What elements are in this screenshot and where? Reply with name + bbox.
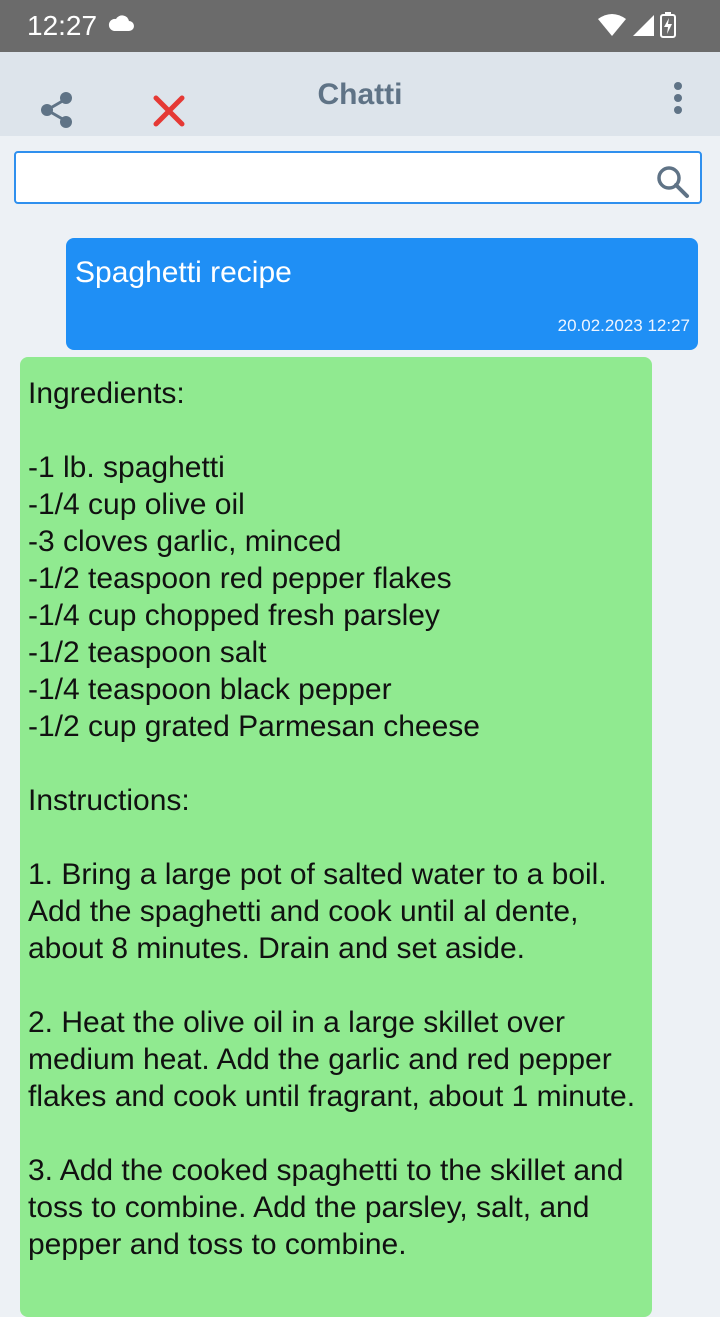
status-time: 12:27 (27, 10, 98, 41)
message-text: Ingredients: -1 lb. spaghetti -1/4 cup o… (28, 377, 636, 1261)
search-icon (657, 166, 689, 198)
app-bar: Chatti (0, 52, 720, 136)
signal-icon (632, 13, 654, 42)
search-box (14, 151, 702, 204)
status-icons (598, 12, 676, 43)
search-input[interactable] (26, 159, 640, 199)
wifi-icon (598, 13, 626, 42)
search-button[interactable] (656, 165, 690, 199)
more-vert-icon (674, 82, 682, 114)
battery-charging-icon (660, 12, 676, 43)
status-bar: 12:27 (0, 0, 720, 52)
page-title: Chatti (317, 78, 403, 111)
cloud-icon (108, 14, 134, 37)
bot-message-bubble[interactable]: Ingredients: -1 lb. spaghetti -1/4 cup o… (20, 357, 652, 1317)
more-options-button[interactable] (664, 80, 692, 120)
message-timestamp: 20.02.2023 12:27 (557, 316, 690, 335)
user-message-bubble[interactable]: Spaghetti recipe 20.02.2023 12:27 (66, 238, 698, 350)
message-text: Spaghetti recipe (75, 256, 292, 289)
